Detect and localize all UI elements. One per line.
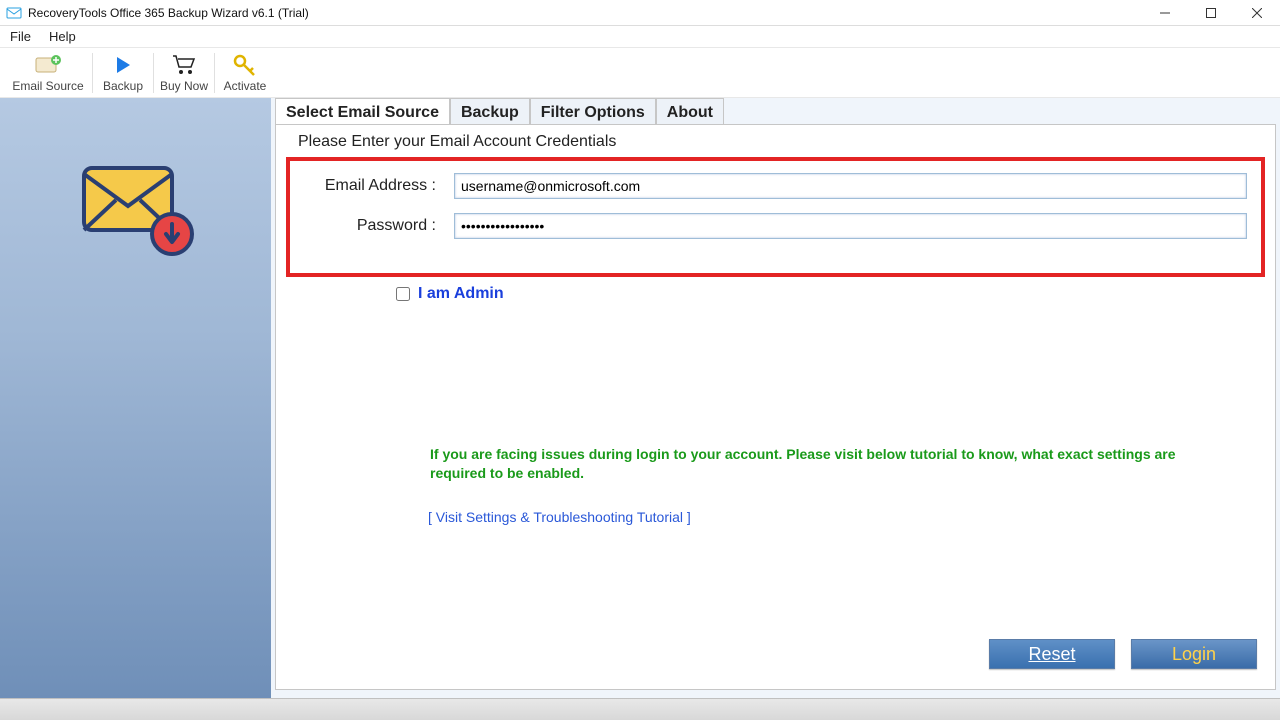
tab-bar: Select Email Source Backup Filter Option… xyxy=(275,98,1280,124)
tab-about[interactable]: About xyxy=(656,98,724,124)
toolbar-separator xyxy=(153,53,154,93)
window-title: RecoveryTools Office 365 Backup Wizard v… xyxy=(28,6,309,20)
highlight-frame: Email Address : Password : xyxy=(286,157,1265,277)
toolbar-buy-now-label: Buy Now xyxy=(160,79,208,93)
envelope-download-icon xyxy=(76,154,196,267)
toolbar-activate-label: Activate xyxy=(224,79,267,93)
app-icon xyxy=(6,5,22,21)
tab-select-email-source[interactable]: Select Email Source xyxy=(275,98,450,124)
admin-checkbox[interactable] xyxy=(396,287,410,301)
password-input[interactable] xyxy=(454,213,1247,239)
toolbar-backup-label: Backup xyxy=(103,79,143,93)
menu-bar: File Help xyxy=(0,26,1280,48)
key-icon xyxy=(233,52,257,78)
tab-body: Please Enter your Email Account Credenti… xyxy=(275,124,1276,690)
window-controls xyxy=(1142,0,1280,26)
cart-icon xyxy=(171,52,197,78)
close-button[interactable] xyxy=(1234,0,1280,26)
password-label: Password : xyxy=(304,217,454,235)
toolbar: Email Source Backup Buy Now Activate xyxy=(0,48,1280,98)
toolbar-email-source-label: Email Source xyxy=(12,79,83,93)
reset-button[interactable]: Reset xyxy=(989,639,1115,669)
minimize-button[interactable] xyxy=(1142,0,1188,26)
tutorial-link[interactable]: [ Visit Settings & Troubleshooting Tutor… xyxy=(428,509,691,525)
login-button[interactable]: Login xyxy=(1131,639,1257,669)
tab-backup[interactable]: Backup xyxy=(450,98,530,124)
menu-help[interactable]: Help xyxy=(49,29,76,44)
toolbar-separator xyxy=(92,53,93,93)
button-row: Reset Login xyxy=(989,639,1257,669)
credentials-legend: Please Enter your Email Account Credenti… xyxy=(298,133,616,151)
toolbar-activate[interactable]: Activate xyxy=(217,52,273,93)
toolbar-separator xyxy=(214,53,215,93)
admin-label: I am Admin xyxy=(418,285,504,303)
side-panel xyxy=(0,98,271,698)
email-input[interactable] xyxy=(454,173,1247,199)
maximize-button[interactable] xyxy=(1188,0,1234,26)
play-icon xyxy=(114,52,132,78)
email-label: Email Address : xyxy=(304,177,454,195)
email-source-icon xyxy=(34,52,62,78)
main-panel: Select Email Source Backup Filter Option… xyxy=(271,98,1280,698)
tab-filter-options[interactable]: Filter Options xyxy=(530,98,656,124)
admin-row: I am Admin xyxy=(396,285,504,303)
content-area: Select Email Source Backup Filter Option… xyxy=(0,98,1280,698)
status-bar xyxy=(0,698,1280,720)
toolbar-backup[interactable]: Backup xyxy=(95,52,151,93)
login-hint-text: If you are facing issues during login to… xyxy=(430,445,1235,483)
menu-file[interactable]: File xyxy=(10,29,31,44)
toolbar-buy-now[interactable]: Buy Now xyxy=(156,52,212,93)
title-bar: RecoveryTools Office 365 Backup Wizard v… xyxy=(0,0,1280,26)
title-bar-left: RecoveryTools Office 365 Backup Wizard v… xyxy=(6,5,309,21)
toolbar-email-source[interactable]: Email Source xyxy=(6,52,90,93)
